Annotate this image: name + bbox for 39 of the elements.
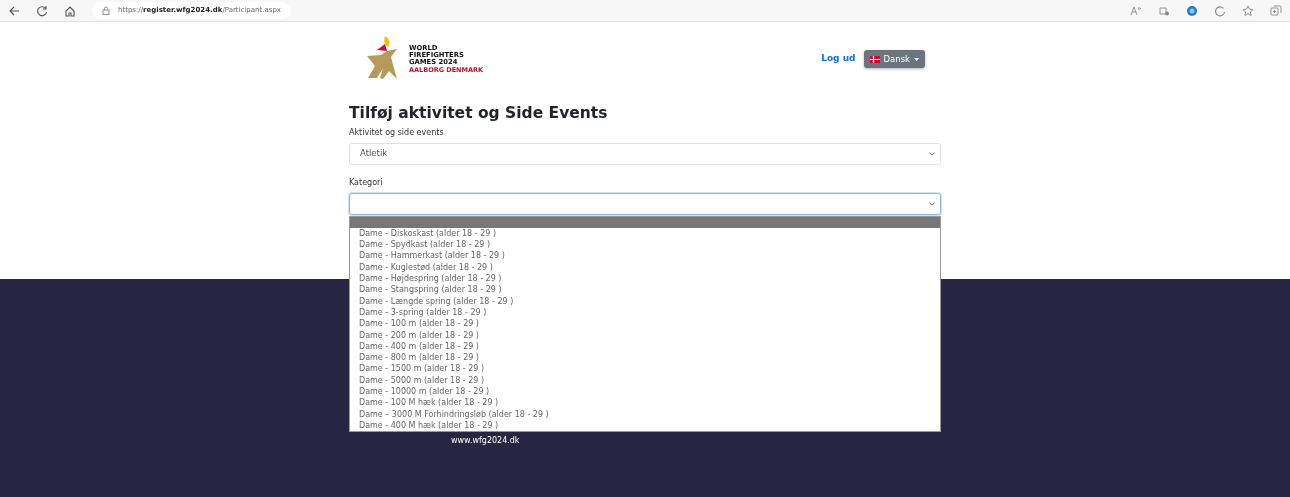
language-dropdown[interactable]: Dansk bbox=[863, 49, 925, 69]
dropdown-option[interactable]: Dame - Højdespring (alder 18 - 29 ) bbox=[350, 273, 940, 285]
refresh-icon[interactable] bbox=[1214, 4, 1226, 17]
dropdown-option[interactable]: Dame - 3-spring (alder 18 - 29 ) bbox=[350, 306, 940, 319]
dropdown-option[interactable]: Dame - 100 m (alder 18 - 29 ) bbox=[350, 318, 940, 330]
lock-icon bbox=[102, 6, 110, 15]
dropdown-option[interactable]: Dame - Diskoskast (alder 18 - 29 ) bbox=[350, 227, 940, 240]
activity-label: Aktivitet og side events bbox=[349, 126, 445, 139]
dropdown-option[interactable]: Dame - 800 m (alder 18 - 29 ) bbox=[350, 352, 940, 364]
dropdown-option[interactable]: Dame - 10000 m (alder 18 - 29 ) bbox=[350, 386, 940, 398]
dropdown-option[interactable]: Dame - 1500 m (alder 18 - 29 ) bbox=[350, 363, 940, 375]
refresh-icon[interactable] bbox=[36, 4, 48, 17]
flag-icon bbox=[869, 55, 880, 63]
app-icon[interactable] bbox=[1158, 4, 1170, 17]
form-title: Tilføj aktivitet og Side Events bbox=[349, 104, 609, 123]
dropdown-option[interactable]: Dame - Spydkast (alder 18 - 29 ) bbox=[350, 239, 940, 251]
dropdown-option[interactable]: Dame – 3000 M Forhindringsløb (alder 18 - 29 ) bbox=[350, 408, 940, 420]
activity-select[interactable]: Atletik bbox=[349, 142, 941, 165]
extension-icon[interactable] bbox=[1186, 4, 1198, 17]
dropdown-option[interactable]: Dame - 200 m (alder 18 - 29 ) bbox=[350, 329, 940, 341]
footer-text: www.wfg2024.dk bbox=[451, 435, 521, 447]
dropdown-option[interactable] bbox=[350, 216, 940, 228]
dropdown-option[interactable]: Dame - 400 m (alder 18 - 29 ) bbox=[350, 340, 940, 353]
dropdown-option[interactable]: Dame - Kuglestød (alder 18 - 29 ) bbox=[350, 261, 940, 274]
home-icon[interactable] bbox=[64, 4, 76, 17]
caret-icon bbox=[914, 57, 919, 61]
read-aloud-icon[interactable] bbox=[1130, 4, 1142, 17]
star-icon[interactable] bbox=[1242, 4, 1254, 17]
back-icon[interactable] bbox=[8, 4, 20, 17]
dropdown-option[interactable]: Dame - Hammerkast (alder 18 - 29 ) bbox=[350, 250, 940, 262]
dropdown-option[interactable]: Dame - 400 M hæk (alder 18 - 29 ) bbox=[350, 419, 940, 432]
category-label: Kategori bbox=[349, 176, 384, 189]
collections-icon[interactable] bbox=[1270, 4, 1282, 17]
dropdown-option[interactable]: Dame - Stangspring (alder 18 - 29 ) bbox=[350, 284, 940, 296]
dropdown-option[interactable]: Dame - 5000 m (alder 18 - 29 ) bbox=[350, 374, 940, 387]
dropdown-option[interactable]: Dame - 100 M hæk (alder 18 - 29 ) bbox=[350, 397, 940, 409]
dropdown-option[interactable]: Dame - Længde spring (alder 18 - 29 ) bbox=[350, 295, 940, 307]
category-select[interactable] bbox=[349, 192, 941, 215]
logout-link[interactable]: Log ud bbox=[821, 52, 856, 66]
